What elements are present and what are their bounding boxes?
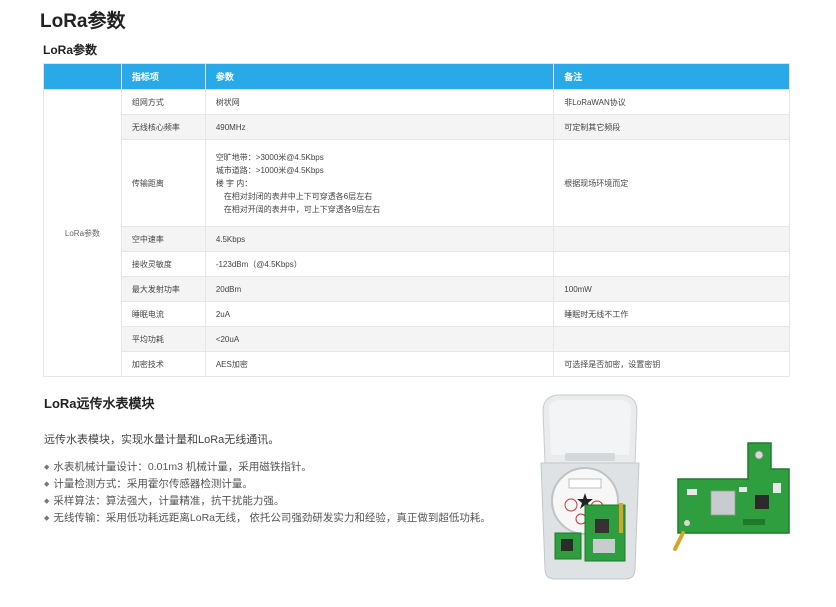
water-meter-image — [540, 394, 640, 580]
table-row: 传输距离 空旷地带：>3000米@4.5Kbps 城市道路：>1000米@4.5… — [44, 139, 790, 227]
note-cell — [553, 226, 790, 252]
item-cell: 组网方式 — [120, 89, 206, 115]
table-row: 最大发射功率 20dBm 100mW — [44, 276, 790, 302]
feature-item: 无线传输：采用低功耗远距离LoRa无线， 依托公司强劲研发实力和经验，真正做到超… — [44, 510, 491, 527]
page-title: LoRa参数 — [40, 11, 126, 32]
item-cell: 空中速率 — [120, 226, 206, 252]
feature-item: 计量检测方式：采用霍尔传感器检测计量。 — [44, 476, 491, 493]
table-row: 平均功耗 <20uA — [44, 326, 790, 352]
header-cell-param: 参数 — [204, 63, 555, 90]
feature-item: 采样算法：算法强大，计量精准，抗干扰能力强。 — [44, 493, 491, 510]
note-cell: 100mW — [553, 276, 790, 302]
param-cell: 2uA — [204, 301, 555, 327]
param-cell-multiline: 空旷地带：>3000米@4.5Kbps 城市道路：>1000米@4.5Kbps … — [204, 139, 555, 227]
param-cell: -123dBm（@4.5Kbps） — [204, 251, 555, 277]
table-row: LoRa参数 组网方式 树状网 非LoRaWAN协议 — [43, 89, 790, 377]
note-cell — [553, 251, 790, 277]
header-cell-item: 指标项 — [120, 63, 206, 90]
param-cell: <20uA — [204, 326, 555, 352]
item-cell: 传输距离 — [120, 139, 206, 227]
section-title: LoRa参数 — [43, 43, 98, 57]
item-cell: 睡眠电流 — [120, 301, 206, 327]
header-cell-empty — [43, 63, 122, 90]
item-cell: 加密技术 — [120, 351, 206, 377]
param-cell: 20dBm — [204, 276, 555, 302]
note-cell: 睡眠时无线不工作 — [553, 301, 790, 327]
param-cell: 树状网 — [204, 89, 555, 115]
item-cell: 无线核心频率 — [120, 114, 206, 140]
table-row: 接收灵敏度 -123dBm（@4.5Kbps） — [44, 251, 790, 277]
item-cell: 接收灵敏度 — [120, 251, 206, 277]
header-cell-note: 备注 — [553, 63, 790, 90]
lora-params-table: 指标项 参数 备注 LoRa参数 组网方式 树状网 非LoRaWAN协议 无线核… — [43, 63, 790, 377]
module-title: LoRa远传水表模块 — [44, 396, 155, 411]
param-cell: AES加密 — [204, 351, 555, 377]
note-cell — [553, 326, 790, 352]
param-cell: 4.5Kbps — [204, 226, 555, 252]
param-line: 在相对开阔的表井中，可上下穿透各9层左右 — [223, 204, 381, 214]
param-line: 空旷地带：>3000米@4.5Kbps — [215, 152, 324, 162]
module-intro: 远传水表模块，实现水量计量和LoRa无线通讯。 — [44, 434, 280, 446]
param-cell: 490MHz — [204, 114, 555, 140]
param-line: 在相对封闭的表井中上下可穿透各6层左右 — [223, 191, 373, 201]
feature-list: 水表机械计量设计：0.01m3 机械计量，采用磁铁指针。 计量检测方式：采用霍尔… — [44, 459, 491, 527]
item-cell: 最大发射功率 — [120, 276, 206, 302]
note-cell: 非LoRaWAN协议 — [553, 89, 790, 115]
table-header-row: 指标项 参数 备注 — [43, 63, 790, 90]
feature-item: 水表机械计量设计：0.01m3 机械计量，采用磁铁指针。 — [44, 459, 491, 476]
param-line: 城市道路：>1000米@4.5Kbps — [215, 165, 324, 175]
table-row: 无线核心频率 490MHz 可定制其它频段 — [44, 114, 790, 140]
table-row: 睡眠电流 2uA 睡眠时无线不工作 — [44, 301, 790, 327]
note-cell: 可选择是否加密，设置密钥 — [553, 351, 790, 377]
note-cell: 可定制其它频段 — [553, 114, 790, 140]
pcb-module-image — [673, 442, 790, 551]
param-line: 楼 宇 内： — [215, 178, 253, 188]
group-label-cell: LoRa参数 — [43, 89, 122, 377]
item-cell: 平均功耗 — [120, 326, 206, 352]
note-cell: 根据现场环境而定 — [553, 139, 790, 227]
table-row: 加密技术 AES加密 可选择是否加密，设置密钥 — [44, 351, 790, 377]
table-row: 空中速率 4.5Kbps — [44, 226, 790, 252]
